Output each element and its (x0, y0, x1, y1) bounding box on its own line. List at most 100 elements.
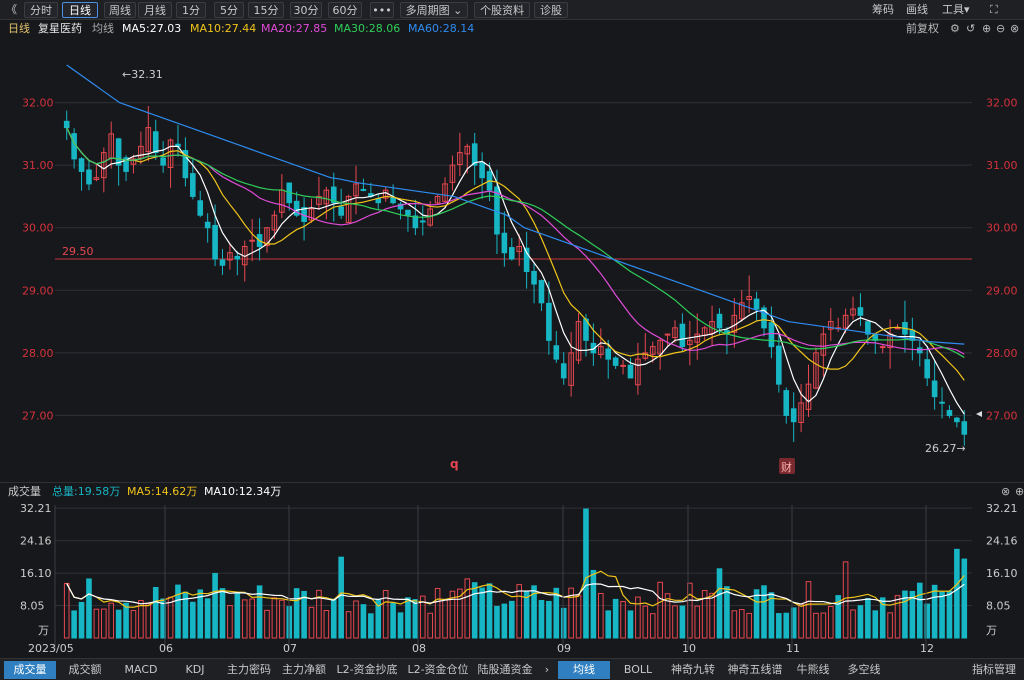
volume-bar (887, 612, 893, 639)
volume-bar (330, 598, 337, 639)
volume-bar (264, 609, 270, 639)
indicator-tab-1[interactable]: 成交额 (58, 661, 112, 679)
candle-body (605, 348, 612, 360)
volume-bar (746, 612, 752, 639)
volume-bar (894, 595, 901, 639)
volume-bar (679, 605, 686, 639)
candle-body (115, 138, 122, 166)
candle-body (412, 215, 419, 229)
overlay-tab-0[interactable]: 均线 (558, 661, 610, 679)
candle-body (560, 363, 567, 379)
volume-bar (954, 548, 960, 639)
candle-body (620, 364, 626, 367)
indicator-tab-5[interactable]: 主力净额 (278, 661, 330, 679)
overlay-tab-1[interactable]: BOLL (612, 661, 664, 679)
x-axis-label: 09 (557, 642, 571, 655)
volume-bar (212, 572, 218, 639)
volume-bar (508, 600, 515, 639)
volume-bar (776, 613, 782, 639)
volume-bar (86, 578, 92, 639)
volume-bar (145, 603, 152, 639)
ma30-line (66, 127, 965, 358)
volume-axis-right-label: 32.21 (986, 502, 1018, 515)
overlay-tab-5[interactable]: 多空线 (838, 661, 890, 679)
volume-bar (368, 613, 374, 639)
volume-bar (916, 582, 923, 639)
volume-unit-left: 万 (38, 624, 49, 637)
volume-bar (590, 569, 597, 639)
overlay-tab-2[interactable]: 神奇九转 (666, 661, 720, 679)
volume-bar (620, 601, 626, 639)
volume-add-icon[interactable]: ⊕ (1015, 483, 1024, 501)
price-axis-left-label: 32.00 (22, 97, 54, 110)
volume-bar (397, 612, 404, 639)
volume-bar (501, 603, 508, 639)
volume-bar (724, 586, 730, 639)
candle-body (160, 157, 166, 166)
volume-bar (249, 598, 255, 639)
volume-bar (323, 609, 330, 639)
volume-bar (598, 592, 604, 639)
volume-bar (738, 609, 745, 639)
volume-bar (605, 610, 612, 639)
price-axis-right-label: 29.00 (986, 284, 1018, 297)
indicator-tab-8[interactable]: 陆股通资金 (474, 661, 536, 679)
volume-bar (857, 605, 864, 639)
overlay-tab-3[interactable]: 神奇五线谱 (722, 661, 788, 679)
volume-bar (872, 610, 879, 639)
tabs-scroll-icon[interactable]: › (540, 661, 554, 679)
volume-bar (308, 606, 315, 639)
volume-total: 总量:19.58万 (52, 485, 121, 498)
volume-bar (753, 589, 760, 639)
indicator-tab-4[interactable]: 主力密码 (222, 661, 276, 679)
volume-bar (390, 603, 396, 639)
volume-bar (405, 597, 411, 639)
volume-axis-right-label: 8.05 (986, 600, 1011, 613)
volume-unit-right: 万 (986, 624, 997, 637)
current-price-pointer (976, 411, 982, 417)
volume-bar (360, 604, 367, 639)
indicator-tab-7[interactable]: L2-资金仓位 (404, 661, 472, 679)
volume-bar (560, 607, 567, 639)
candle-body (63, 120, 70, 129)
volume-bar (338, 556, 344, 639)
volume-bar (642, 605, 649, 639)
candle-body (419, 220, 426, 223)
volume-bar (546, 600, 552, 639)
volume-bar (850, 609, 856, 639)
overlay-tab-4[interactable]: 牛熊线 (790, 661, 836, 679)
volume-axis-left-label: 16.10 (20, 567, 52, 580)
candle-body (946, 410, 953, 416)
indicator-tab-3[interactable]: KDJ (170, 661, 220, 679)
candle-body (479, 161, 485, 179)
volume-bar (353, 600, 359, 639)
candle-body (679, 323, 686, 348)
volume-bar (434, 587, 441, 639)
price-chart-svg[interactable]: 32.00 32.00 31.00 31.00 30.00 30.00 29.00 29.00… (0, 0, 1024, 680)
candle-body (961, 421, 968, 435)
indicator-tab-6[interactable]: L2-资金抄底 (332, 661, 402, 679)
volume-close-icon[interactable]: ⊗ (1001, 483, 1010, 501)
volume-bar (649, 613, 656, 639)
volume-bar (108, 602, 115, 639)
x-axis-label: 10 (682, 642, 696, 655)
candle-body (716, 313, 723, 329)
volume-bar (412, 599, 419, 639)
candle-body (190, 173, 196, 197)
candle-body (508, 247, 515, 260)
indicator-tab-0[interactable]: 成交量 (4, 661, 56, 679)
volume-bar (575, 594, 582, 639)
indicator-tab-2[interactable]: MACD (114, 661, 168, 679)
volume-title: 成交量 (8, 485, 41, 498)
candle-body (954, 417, 960, 423)
price-axis-right-label: 27.00 (986, 409, 1018, 422)
volume-bar (71, 610, 77, 639)
candle-body (612, 357, 619, 366)
volume-ma5: MA5:14.62万 (127, 485, 198, 498)
overlay-tab-6[interactable]: 指标管理 (968, 661, 1020, 679)
volume-bar (813, 612, 819, 639)
candle-body (249, 239, 255, 242)
x-axis-label: 2023/05 (28, 642, 74, 655)
x-axis-label: 11 (786, 642, 800, 655)
volume-bar (234, 593, 241, 639)
